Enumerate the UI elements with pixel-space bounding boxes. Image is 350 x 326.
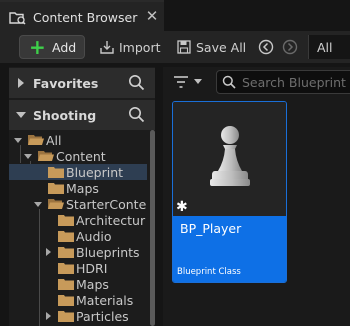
tree-item-content[interactable]: Content — [9, 148, 147, 164]
scrollbar-thumb[interactable] — [150, 130, 155, 326]
tree-item-label: HDRI — [76, 261, 108, 276]
expanded-arrow-icon — [24, 154, 32, 159]
folder-icon — [48, 167, 64, 178]
tree-item-materials[interactable]: Materials — [9, 292, 147, 308]
project-label: Shooting — [33, 108, 97, 123]
project-section-header[interactable]: Shooting — [9, 100, 155, 130]
toolbar: + Add Import Save All All — [0, 31, 350, 63]
tree-item-label: Particles — [76, 309, 129, 324]
tab-title: Content Browser — [33, 10, 138, 25]
plus-icon: + — [29, 35, 46, 59]
tree-item-maps[interactable]: Maps — [9, 180, 147, 196]
path-breadcrumb-all[interactable]: All — [308, 35, 350, 59]
collapsed-arrow-icon[interactable] — [46, 312, 51, 320]
folder-icon — [58, 247, 74, 258]
asset-thumbnail: ✱ — [173, 102, 286, 216]
search-icon[interactable] — [128, 106, 145, 123]
search-icon — [222, 75, 236, 89]
collapsed-arrow-icon[interactable] — [46, 248, 51, 256]
close-icon[interactable]: ✕ — [145, 8, 159, 24]
tab-content-browser[interactable]: Content Browser ✕ — [0, 0, 164, 31]
forward-arrow-icon[interactable] — [282, 39, 298, 55]
tree-item-label: Architectur — [76, 213, 146, 228]
filter-button[interactable] — [173, 72, 205, 92]
tree-item-label: All — [46, 133, 62, 148]
tree-item-label: Content — [56, 149, 106, 164]
tree-item-label: Blueprints — [76, 245, 140, 260]
tree-item-all[interactable]: All — [9, 132, 147, 148]
tree-item-audio[interactable]: Audio — [9, 228, 147, 244]
chevron-down-icon — [194, 79, 202, 84]
asset-type: Blueprint Class — [177, 267, 241, 277]
tree-item-blueprints[interactable]: Blueprints — [9, 244, 147, 260]
asset-name: BP_Player — [180, 221, 242, 236]
folder-icon — [58, 311, 74, 322]
asset-info: BP_Player Blueprint Class — [173, 216, 286, 282]
search-input[interactable] — [242, 74, 350, 90]
favorites-section-header[interactable]: Favorites — [9, 68, 155, 98]
save-icon — [177, 40, 191, 54]
content-browser-icon — [9, 12, 26, 25]
folder-open-icon — [48, 199, 64, 209]
tree-item-label: Audio — [76, 229, 112, 244]
tree-item-label: Blueprint — [66, 165, 124, 180]
folder-icon — [58, 263, 74, 274]
tree-item-architecture[interactable]: Architectur — [9, 212, 147, 228]
folder-icon — [58, 279, 74, 290]
back-arrow-icon[interactable] — [258, 39, 274, 55]
expanded-arrow-icon — [14, 138, 22, 143]
folder-tree: All Content Blueprint Maps StarterConte … — [9, 130, 147, 326]
favorites-label: Favorites — [33, 76, 99, 91]
collapsed-arrow-icon — [18, 78, 24, 88]
folder-icon — [48, 183, 64, 194]
folder-icon — [58, 215, 74, 226]
filter-icon — [174, 76, 188, 88]
folder-open-icon — [38, 151, 54, 161]
tab-strip: Content Browser ✕ — [0, 0, 350, 31]
tree-item-starter-content[interactable]: StarterConte — [9, 196, 147, 212]
import-button-label: Import — [119, 39, 161, 55]
asset-tile-bp-player[interactable]: ✱ BP_Player Blueprint Class — [172, 101, 287, 283]
import-icon — [100, 41, 114, 54]
save-all-label: Save All — [196, 39, 247, 55]
search-icon[interactable] — [128, 74, 145, 91]
search-field[interactable] — [216, 70, 350, 94]
folder-open-icon — [28, 135, 44, 145]
tree-scrollbar[interactable] — [149, 130, 155, 326]
breadcrumb-label: All — [317, 40, 333, 55]
tree-item-label: StarterConte — [66, 197, 147, 212]
expanded-arrow-icon — [34, 202, 42, 207]
tree-item-particles[interactable]: Particles — [9, 308, 147, 324]
tree-item-blueprint[interactable]: Blueprint — [9, 164, 147, 180]
add-button-label: Add — [52, 40, 77, 55]
save-all-button[interactable]: Save All — [177, 36, 246, 58]
tree-item-maps-2[interactable]: Maps — [9, 276, 147, 292]
tree-item-hdri[interactable]: HDRI — [9, 260, 147, 276]
folder-icon — [58, 295, 74, 306]
unsaved-marker-icon: ✱ — [176, 199, 188, 215]
tree-item-label: Materials — [76, 293, 134, 308]
pawn-icon — [210, 126, 250, 186]
sources-panel: Favorites Shooting All Content Blueprint… — [9, 67, 155, 326]
expanded-arrow-icon — [16, 112, 26, 118]
tree-item-label: Maps — [76, 277, 109, 292]
import-button[interactable]: Import — [99, 36, 161, 58]
folder-icon — [58, 231, 74, 242]
tree-item-label: Maps — [66, 181, 99, 196]
add-button[interactable]: + Add — [19, 35, 85, 59]
asset-view: ✱ BP_Player Blueprint Class — [163, 67, 350, 326]
